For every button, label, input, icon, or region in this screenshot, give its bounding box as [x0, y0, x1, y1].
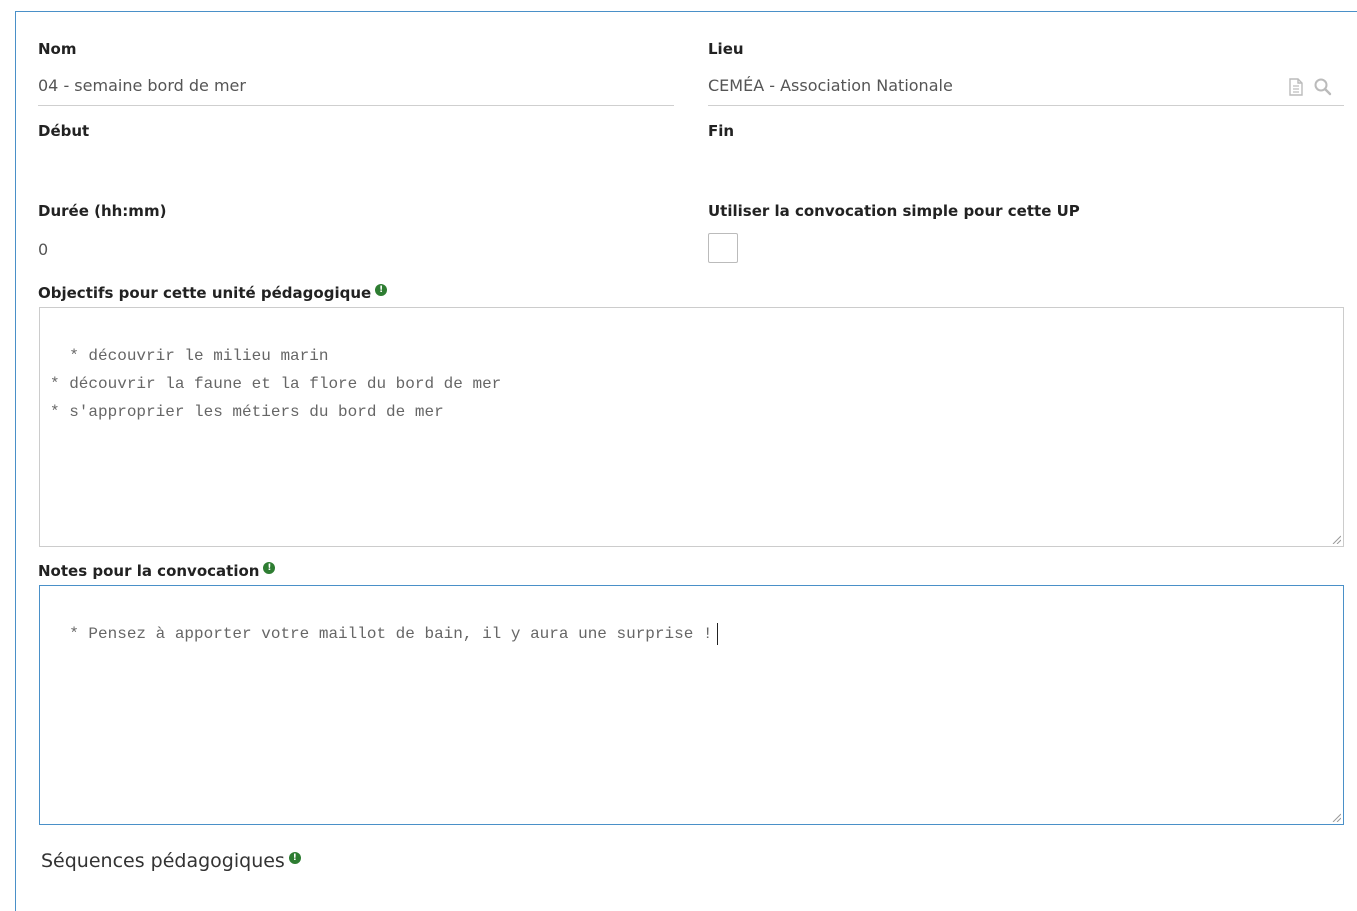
text-caret — [716, 622, 718, 645]
objectifs-info-icon[interactable]: ! — [375, 284, 388, 296]
objectifs-textarea[interactable]: * découvrir le milieu marin * découvrir … — [39, 307, 1344, 547]
objectifs-textarea-value: * découvrir le milieu marin * découvrir … — [50, 347, 502, 421]
notes-label: Notes pour la convocation! — [38, 562, 276, 580]
notes-textarea[interactable]: * Pensez à apporter votre maillot de bai… — [39, 585, 1344, 825]
document-icon[interactable] — [1286, 77, 1306, 97]
resize-handle-icon[interactable] — [1331, 812, 1341, 822]
convocation-simple-checkbox[interactable] — [708, 233, 738, 263]
objectifs-label: Objectifs pour cette unité pédagogique! — [38, 284, 388, 302]
convocation-simple-label: Utiliser la convocation simple pour cett… — [708, 202, 1080, 220]
lieu-input[interactable]: CEMÉA - Association Nationale — [708, 76, 953, 95]
sequences-title-text: Séquences pédagogiques — [41, 850, 285, 872]
duree-input[interactable]: 0 — [38, 240, 48, 259]
debut-label: Début — [38, 122, 90, 140]
lieu-underline — [708, 105, 1344, 106]
sequences-info-icon[interactable]: ! — [288, 851, 301, 864]
notes-label-text: Notes pour la convocation — [38, 562, 260, 580]
objectifs-label-text: Objectifs pour cette unité pédagogique — [38, 284, 372, 302]
search-icon[interactable] — [1313, 77, 1333, 97]
resize-handle-icon[interactable] — [1331, 534, 1341, 544]
duree-label: Durée (hh:mm) — [38, 202, 167, 220]
notes-info-icon[interactable]: ! — [263, 562, 276, 574]
nom-label: Nom — [38, 40, 77, 58]
fin-label: Fin — [708, 122, 735, 140]
notes-textarea-value: * Pensez à apporter votre maillot de bai… — [69, 625, 713, 643]
nom-input[interactable]: 04 - semaine bord de mer — [38, 76, 246, 95]
sequences-section-title: Séquences pédagogiques! — [41, 850, 301, 872]
nom-underline — [38, 105, 674, 106]
lieu-label: Lieu — [708, 40, 744, 58]
